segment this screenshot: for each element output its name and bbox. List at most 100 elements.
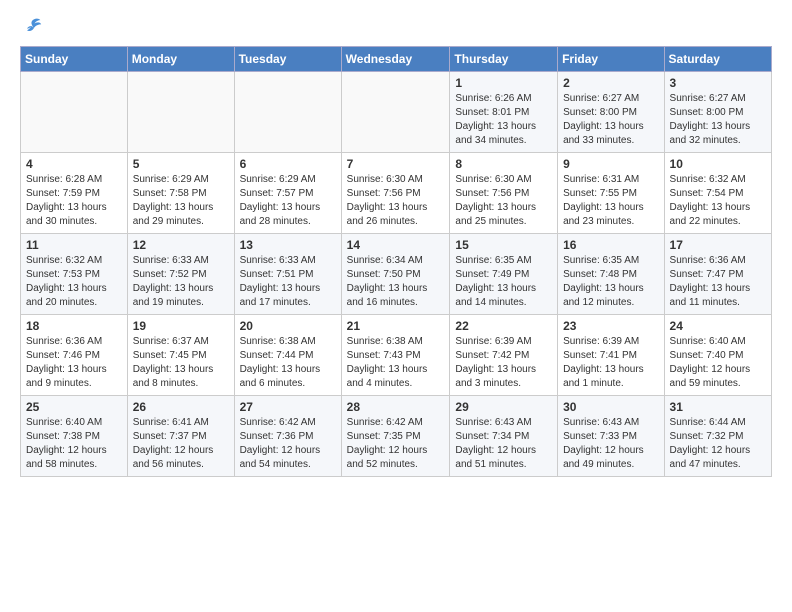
- day-number: 6: [240, 157, 336, 171]
- calendar-cell: 28Sunrise: 6:42 AM Sunset: 7:35 PM Dayli…: [341, 396, 450, 477]
- calendar-header-wednesday: Wednesday: [341, 47, 450, 72]
- day-info: Sunrise: 6:39 AM Sunset: 7:42 PM Dayligh…: [455, 335, 552, 391]
- day-number: 23: [563, 319, 658, 333]
- calendar-cell: 9 Sunrise: 6:31 AM Sunset: 7:55 PM Daylig…: [558, 153, 664, 234]
- calendar-cell: 21 Sunrise: 6:38 AM Sunset: 7:43 PM Dayli…: [341, 315, 450, 396]
- day-info: Sunrise: 6:38 AM Sunset: 7:43 PM Dayligh…: [347, 335, 445, 391]
- day-info: Sunrise: 6:40 AM Sunset: 7:38 PM Dayligh…: [26, 416, 122, 472]
- calendar-cell: [21, 72, 128, 153]
- day-number: 31: [670, 400, 766, 414]
- calendar-cell: 30 Sunrise: 6:43 AM Sunset: 7:33 PM Dayli…: [558, 396, 664, 477]
- calendar-cell: 20Sunrise: 6:38 AM Sunset: 7:44 PM Dayli…: [234, 315, 341, 396]
- day-info: Sunrise: 6:27 AM Sunset: 8:00 PM Dayligh…: [563, 92, 658, 148]
- calendar-cell: [127, 72, 234, 153]
- day-number: 2: [563, 76, 658, 90]
- day-number: 7: [347, 157, 445, 171]
- calendar-cell: 16 Sunrise: 6:35 AM Sunset: 7:48 PM Dayli…: [558, 234, 664, 315]
- calendar-cell: 19 Sunrise: 6:37 AM Sunset: 7:45 PM Dayli…: [127, 315, 234, 396]
- day-number: 16: [563, 238, 658, 252]
- calendar-cell: 7 Sunrise: 6:30 AM Sunset: 7:56 PM Daylig…: [341, 153, 450, 234]
- day-info: Sunrise: 6:33 AM Sunset: 7:51 PM Dayligh…: [240, 254, 336, 310]
- day-number: 18: [26, 319, 122, 333]
- calendar-cell: 12 Sunrise: 6:33 AM Sunset: 7:52 PM Dayli…: [127, 234, 234, 315]
- day-info: Sunrise: 6:44 AM Sunset: 7:32 PM Dayligh…: [670, 416, 766, 472]
- calendar-week-2: 4Sunrise: 6:28 AM Sunset: 7:59 PM Daylig…: [21, 153, 772, 234]
- day-number: 3: [670, 76, 766, 90]
- day-number: 24: [670, 319, 766, 333]
- day-info: Sunrise: 6:36 AM Sunset: 7:46 PM Dayligh…: [26, 335, 122, 391]
- day-number: 14: [347, 238, 445, 252]
- day-info: Sunrise: 6:26 AM Sunset: 8:01 PM Dayligh…: [455, 92, 552, 148]
- day-number: 1: [455, 76, 552, 90]
- calendar-week-5: 25 Sunrise: 6:40 AM Sunset: 7:38 PM Dayli…: [21, 396, 772, 477]
- day-number: 13: [240, 238, 336, 252]
- day-info: Sunrise: 6:35 AM Sunset: 7:48 PM Dayligh…: [563, 254, 658, 310]
- day-number: 19: [133, 319, 229, 333]
- calendar-cell: 29Sunrise: 6:43 AM Sunset: 7:34 PM Dayli…: [450, 396, 558, 477]
- calendar-header-saturday: Saturday: [664, 47, 771, 72]
- calendar-cell: 4Sunrise: 6:28 AM Sunset: 7:59 PM Daylig…: [21, 153, 128, 234]
- calendar-week-4: 18 Sunrise: 6:36 AM Sunset: 7:46 PM Dayli…: [21, 315, 772, 396]
- day-number: 20: [240, 319, 336, 333]
- day-number: 11: [26, 238, 122, 252]
- day-number: 25: [26, 400, 122, 414]
- calendar-cell: 31 Sunrise: 6:44 AM Sunset: 7:32 PM Dayli…: [664, 396, 771, 477]
- day-number: 30: [563, 400, 658, 414]
- calendar-header-sunday: Sunday: [21, 47, 128, 72]
- calendar-cell: 17 Sunrise: 6:36 AM Sunset: 7:47 PM Dayli…: [664, 234, 771, 315]
- day-number: 17: [670, 238, 766, 252]
- calendar-cell: 13 Sunrise: 6:33 AM Sunset: 7:51 PM Dayli…: [234, 234, 341, 315]
- calendar-cell: 15 Sunrise: 6:35 AM Sunset: 7:49 PM Dayli…: [450, 234, 558, 315]
- day-number: 21: [347, 319, 445, 333]
- day-info: Sunrise: 6:37 AM Sunset: 7:45 PM Dayligh…: [133, 335, 229, 391]
- day-number: 29: [455, 400, 552, 414]
- day-info: Sunrise: 6:34 AM Sunset: 7:50 PM Dayligh…: [347, 254, 445, 310]
- day-info: Sunrise: 6:32 AM Sunset: 7:54 PM Dayligh…: [670, 173, 766, 229]
- day-info: Sunrise: 6:41 AM Sunset: 7:37 PM Dayligh…: [133, 416, 229, 472]
- calendar-cell: 24 Sunrise: 6:40 AM Sunset: 7:40 PM Dayli…: [664, 315, 771, 396]
- calendar-cell: 1 Sunrise: 6:26 AM Sunset: 8:01 PM Daylig…: [450, 72, 558, 153]
- calendar-cell: 3Sunrise: 6:27 AM Sunset: 8:00 PM Daylig…: [664, 72, 771, 153]
- calendar-cell: 26 Sunrise: 6:41 AM Sunset: 7:37 PM Dayli…: [127, 396, 234, 477]
- calendar-cell: 11 Sunrise: 6:32 AM Sunset: 7:53 PM Dayli…: [21, 234, 128, 315]
- logo: [20, 16, 42, 36]
- logo-bird-icon: [22, 16, 42, 36]
- day-number: 9: [563, 157, 658, 171]
- day-info: Sunrise: 6:35 AM Sunset: 7:49 PM Dayligh…: [455, 254, 552, 310]
- day-number: 4: [26, 157, 122, 171]
- calendar-week-3: 11 Sunrise: 6:32 AM Sunset: 7:53 PM Dayli…: [21, 234, 772, 315]
- calendar-header-thursday: Thursday: [450, 47, 558, 72]
- calendar-cell: 6Sunrise: 6:29 AM Sunset: 7:57 PM Daylig…: [234, 153, 341, 234]
- day-info: Sunrise: 6:43 AM Sunset: 7:33 PM Dayligh…: [563, 416, 658, 472]
- day-info: Sunrise: 6:33 AM Sunset: 7:52 PM Dayligh…: [133, 254, 229, 310]
- day-number: 26: [133, 400, 229, 414]
- calendar-cell: 27Sunrise: 6:42 AM Sunset: 7:36 PM Dayli…: [234, 396, 341, 477]
- calendar-cell: 23Sunrise: 6:39 AM Sunset: 7:41 PM Dayli…: [558, 315, 664, 396]
- calendar-table: SundayMondayTuesdayWednesdayThursdayFrid…: [20, 46, 772, 477]
- calendar-header-monday: Monday: [127, 47, 234, 72]
- day-info: Sunrise: 6:30 AM Sunset: 7:56 PM Dayligh…: [347, 173, 445, 229]
- calendar-cell: 2 Sunrise: 6:27 AM Sunset: 8:00 PM Daylig…: [558, 72, 664, 153]
- calendar-header-friday: Friday: [558, 47, 664, 72]
- day-number: 15: [455, 238, 552, 252]
- day-info: Sunrise: 6:32 AM Sunset: 7:53 PM Dayligh…: [26, 254, 122, 310]
- day-number: 27: [240, 400, 336, 414]
- calendar-week-1: 1 Sunrise: 6:26 AM Sunset: 8:01 PM Daylig…: [21, 72, 772, 153]
- day-number: 22: [455, 319, 552, 333]
- day-info: Sunrise: 6:29 AM Sunset: 7:58 PM Dayligh…: [133, 173, 229, 229]
- day-info: Sunrise: 6:36 AM Sunset: 7:47 PM Dayligh…: [670, 254, 766, 310]
- page-header: [20, 16, 772, 36]
- calendar-header-tuesday: Tuesday: [234, 47, 341, 72]
- calendar-cell: 8Sunrise: 6:30 AM Sunset: 7:56 PM Daylig…: [450, 153, 558, 234]
- calendar-cell: 22 Sunrise: 6:39 AM Sunset: 7:42 PM Dayli…: [450, 315, 558, 396]
- day-number: 12: [133, 238, 229, 252]
- calendar-cell: 18 Sunrise: 6:36 AM Sunset: 7:46 PM Dayli…: [21, 315, 128, 396]
- calendar-header: SundayMondayTuesdayWednesdayThursdayFrid…: [21, 47, 772, 72]
- calendar-cell: 25 Sunrise: 6:40 AM Sunset: 7:38 PM Dayli…: [21, 396, 128, 477]
- day-info: Sunrise: 6:31 AM Sunset: 7:55 PM Dayligh…: [563, 173, 658, 229]
- day-info: Sunrise: 6:40 AM Sunset: 7:40 PM Dayligh…: [670, 335, 766, 391]
- day-number: 5: [133, 157, 229, 171]
- calendar-cell: 5 Sunrise: 6:29 AM Sunset: 7:58 PM Daylig…: [127, 153, 234, 234]
- calendar-cell: 10Sunrise: 6:32 AM Sunset: 7:54 PM Dayli…: [664, 153, 771, 234]
- calendar-cell: 14 Sunrise: 6:34 AM Sunset: 7:50 PM Dayli…: [341, 234, 450, 315]
